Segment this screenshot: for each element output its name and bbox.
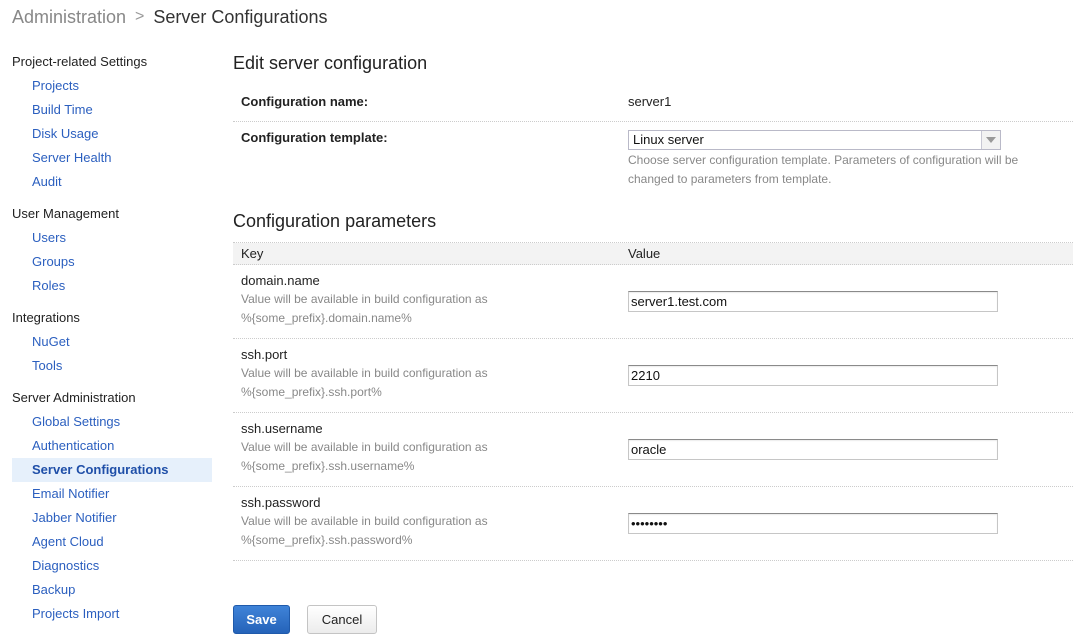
sidebar-item-tools[interactable]: Tools <box>12 354 212 378</box>
column-header-value: Value <box>628 246 661 261</box>
sidebar-item-jabber-notifier[interactable]: Jabber Notifier <box>12 506 212 530</box>
sidebar-item-authentication[interactable]: Authentication <box>12 434 212 458</box>
sidebar-item-audit[interactable]: Audit <box>12 170 212 194</box>
main-content: Edit server configuration Configuration … <box>233 50 1073 561</box>
sidebar-item-disk-usage[interactable]: Disk Usage <box>12 122 212 146</box>
edit-section-title: Edit server configuration <box>233 53 428 73</box>
parameter-reference: %{some_prefix}.domain.name% <box>241 311 412 325</box>
chevron-down-icon <box>986 137 996 143</box>
sidebar-item-projects-import[interactable]: Projects Import <box>12 602 212 626</box>
configuration-template-row: Configuration template: Linux server Cho… <box>233 122 1073 208</box>
sidebar-item-build-time[interactable]: Build Time <box>12 98 212 122</box>
parameter-key-cell: ssh.password Value will be available in … <box>233 487 628 560</box>
parameter-description: Value will be available in build configu… <box>241 292 488 306</box>
parameter-row: ssh.password Value will be available in … <box>233 487 1073 561</box>
parameter-description: Value will be available in build configu… <box>241 440 488 454</box>
parameters-table-header: Key Value <box>233 243 1073 265</box>
parameter-key-cell: domain.name Value will be available in b… <box>233 265 628 338</box>
configuration-name-row: Configuration name: server1 <box>233 88 1073 122</box>
parameters-section-title: Configuration parameters <box>233 211 437 231</box>
parameter-key: ssh.port <box>241 347 288 362</box>
sidebar-item-users[interactable]: Users <box>12 226 212 250</box>
breadcrumb-current: Server Configurations <box>153 7 328 27</box>
parameter-value-cell <box>628 339 998 412</box>
sidebar-item-global-settings[interactable]: Global Settings <box>12 410 212 434</box>
sidebar-item-server-health[interactable]: Server Health <box>12 146 212 170</box>
breadcrumb: Administration > Server Configurations <box>12 6 327 28</box>
parameter-value-input-ssh-username[interactable] <box>628 439 998 460</box>
chevron-right-icon: > <box>135 8 145 25</box>
parameters-table: Key Value domain.name Value will be avai… <box>233 242 1073 561</box>
parameter-description: Value will be available in build configu… <box>241 366 488 380</box>
sidebar-item-server-configurations[interactable]: Server Configurations <box>12 458 212 482</box>
dropdown-arrow-button[interactable] <box>981 131 1000 149</box>
sidebar-item-backup[interactable]: Backup <box>12 578 212 602</box>
parameter-value-input-ssh-password[interactable] <box>628 513 998 534</box>
sidebar-item-projects[interactable]: Projects <box>12 74 212 98</box>
sidebar-item-roles[interactable]: Roles <box>12 274 212 298</box>
sidebar-group-title: Server Administration <box>12 390 136 405</box>
parameter-value-input-domain-name[interactable] <box>628 291 998 312</box>
parameter-description: Value will be available in build configu… <box>241 514 488 528</box>
parameter-row: ssh.port Value will be available in buil… <box>233 339 1073 413</box>
configuration-template-help: Choose server configuration template. Pa… <box>628 153 1019 186</box>
sidebar-group: User Management Users Groups Roles <box>12 204 212 298</box>
cancel-button[interactable]: Cancel <box>307 605 377 634</box>
sidebar-group: Integrations NuGet Tools <box>12 308 212 378</box>
configuration-template-label: Configuration template: <box>241 130 388 145</box>
parameter-reference: %{some_prefix}.ssh.password% <box>241 533 413 547</box>
configuration-template-select[interactable]: Linux server <box>628 130 1001 150</box>
parameter-key: ssh.username <box>241 421 323 436</box>
parameter-value-input-ssh-port[interactable] <box>628 365 998 386</box>
sidebar-group-title: Integrations <box>12 310 80 325</box>
parameter-value-cell <box>628 413 998 486</box>
sidebar-group-title: Project-related Settings <box>12 54 148 69</box>
breadcrumb-administration-link[interactable]: Administration <box>12 6 126 28</box>
sidebar-item-diagnostics[interactable]: Diagnostics <box>12 554 212 578</box>
form-buttons: Save Cancel <box>233 605 377 634</box>
column-header-key: Key <box>241 246 264 261</box>
parameter-key: domain.name <box>241 273 320 288</box>
save-button[interactable]: Save <box>233 605 290 634</box>
parameter-row: ssh.username Value will be available in … <box>233 413 1073 487</box>
sidebar-item-nuget[interactable]: NuGet <box>12 330 212 354</box>
configuration-template-selected: Linux server <box>633 132 704 147</box>
sidebar: Project-related Settings Projects Build Ti… <box>12 52 212 636</box>
parameter-key-cell: ssh.username Value will be available in … <box>233 413 628 486</box>
sidebar-item-agent-cloud[interactable]: Agent Cloud <box>12 530 212 554</box>
parameter-value-cell <box>628 265 998 338</box>
parameter-reference: %{some_prefix}.ssh.port% <box>241 385 382 399</box>
parameter-value-cell <box>628 487 998 560</box>
sidebar-item-groups[interactable]: Groups <box>12 250 212 274</box>
sidebar-group-title: User Management <box>12 206 119 221</box>
parameter-reference: %{some_prefix}.ssh.username% <box>241 459 415 473</box>
sidebar-group: Server Administration Global Settings Auth… <box>12 388 212 626</box>
sidebar-item-email-notifier[interactable]: Email Notifier <box>12 482 212 506</box>
parameter-key-cell: ssh.port Value will be available in buil… <box>233 339 628 412</box>
parameter-row: domain.name Value will be available in b… <box>233 265 1073 339</box>
configuration-name-label: Configuration name: <box>241 94 369 109</box>
parameter-key: ssh.password <box>241 495 321 510</box>
configuration-name-value: server1 <box>628 94 672 109</box>
sidebar-group: Project-related Settings Projects Build Ti… <box>12 52 212 194</box>
